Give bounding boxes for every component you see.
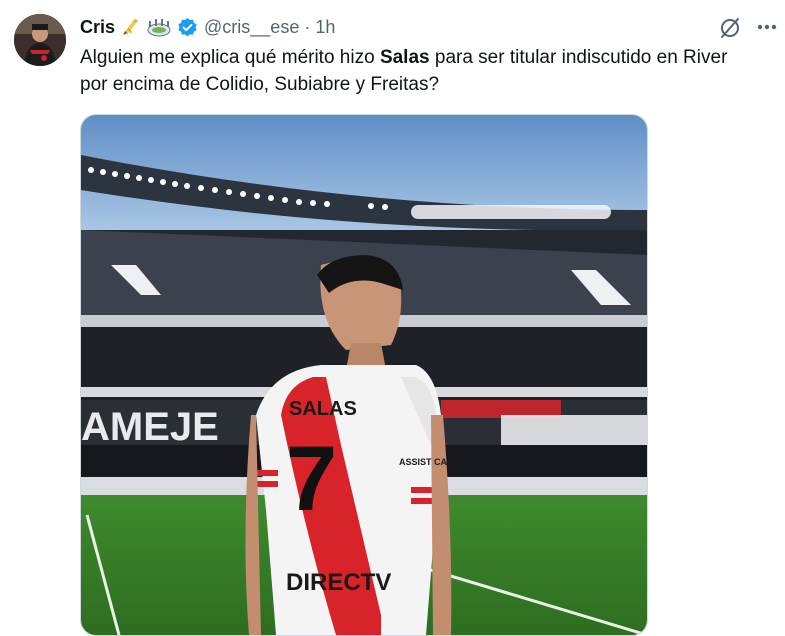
tweet-text: Alguien me explica qué mérito hizo Salas… xyxy=(80,44,760,98)
stand-lettering: AMEJE xyxy=(81,405,219,449)
more-options-icon[interactable] xyxy=(756,14,778,40)
header-separator: · xyxy=(304,16,311,37)
tweet-text-start: Alguien me explica qué mérito hizo xyxy=(80,47,380,68)
avatar[interactable] xyxy=(14,14,66,66)
tweet-timestamp[interactable]: 1h xyxy=(315,17,335,38)
author-handle[interactable]: @cris__ese xyxy=(204,17,299,38)
author-name[interactable]: Cris xyxy=(80,17,115,38)
verified-badge-icon xyxy=(177,17,198,38)
stadium-player-photo: AMEJE SALAS 7 DIRECTV ASSIST CARD xyxy=(81,115,647,635)
jersey-name: SALAS xyxy=(289,398,357,420)
jersey-brand: ASSIST CARD xyxy=(399,457,461,467)
tweet-text-bold: Salas xyxy=(379,47,430,68)
writing-hand-emoji-icon xyxy=(121,17,141,37)
jersey-sponsor: DIRECTV xyxy=(286,569,391,596)
stadium-emoji-icon xyxy=(147,17,171,37)
tweet-photo[interactable]: AMEJE SALAS 7 DIRECTV ASSIST CARD xyxy=(80,114,648,636)
jersey-number: 7 xyxy=(286,428,337,530)
avatar-image xyxy=(14,14,66,66)
grok-icon[interactable] xyxy=(718,16,742,40)
tweet-header: Cris @cris__ese · 1h xyxy=(80,14,335,40)
